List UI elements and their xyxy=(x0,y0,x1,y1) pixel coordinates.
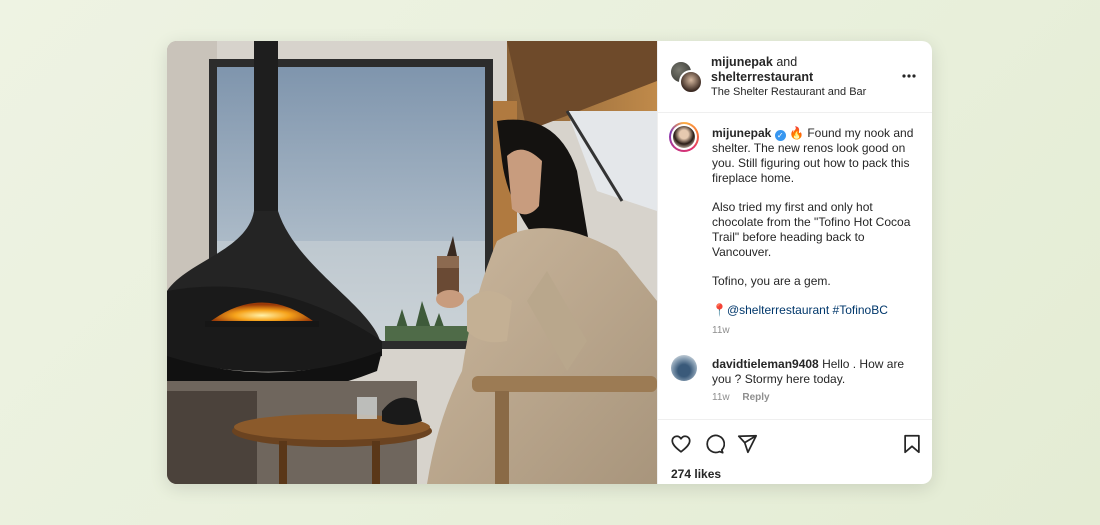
caption-text: Tofino, you are a gem. xyxy=(712,274,831,288)
collab-avatars[interactable] xyxy=(670,61,703,94)
likes-count[interactable]: 274 likes xyxy=(671,467,721,481)
post-photo[interactable] xyxy=(167,41,657,484)
post-caption: mijunepak ✓ 🔥 Found my nook and shelter.… xyxy=(712,126,922,318)
location-link[interactable]: The Shelter Restaurant and Bar xyxy=(711,86,866,98)
pin-icon: 📍 xyxy=(712,303,727,317)
comment: davidtieleman9408 Hello . How are you ? … xyxy=(712,357,922,387)
verified-badge-icon: ✓ xyxy=(774,130,786,141)
reply-button[interactable]: Reply xyxy=(742,392,769,403)
timestamp: 11w xyxy=(712,325,730,336)
username-link[interactable]: davidtieleman9408 xyxy=(712,357,819,371)
more-horizontal-icon[interactable] xyxy=(901,68,917,84)
comment-meta: 11w Reply xyxy=(712,392,770,403)
action-bar: 274 likes xyxy=(658,419,932,484)
username-link[interactable]: mijunepak xyxy=(711,55,773,69)
avatar[interactable] xyxy=(669,122,699,152)
collab-usernames: mijunepak and shelterrestaurant xyxy=(711,55,813,85)
username-link[interactable]: mijunepak xyxy=(712,126,771,140)
post-photo-image xyxy=(167,41,657,484)
avatar xyxy=(679,70,703,94)
mention-link[interactable]: @shelterrestaurant xyxy=(727,303,829,317)
and-text: and xyxy=(776,55,798,69)
heart-icon[interactable] xyxy=(670,433,692,455)
hashtag-link[interactable]: #TofinoBC xyxy=(833,303,888,317)
avatar[interactable] xyxy=(671,355,697,381)
send-icon[interactable] xyxy=(736,433,758,455)
caption-text: Also tried my first and only hot chocola… xyxy=(712,200,911,259)
timestamp: 11w xyxy=(712,392,730,403)
post-side-panel: mijunepak and shelterrestaurant The Shel… xyxy=(657,41,932,484)
post-header: mijunepak and shelterrestaurant The Shel… xyxy=(658,41,932,113)
comment-icon[interactable] xyxy=(703,433,725,455)
bookmark-icon[interactable] xyxy=(901,433,923,455)
username-link[interactable]: shelterrestaurant xyxy=(711,70,813,84)
instagram-post-card: mijunepak and shelterrestaurant The Shel… xyxy=(167,41,932,484)
